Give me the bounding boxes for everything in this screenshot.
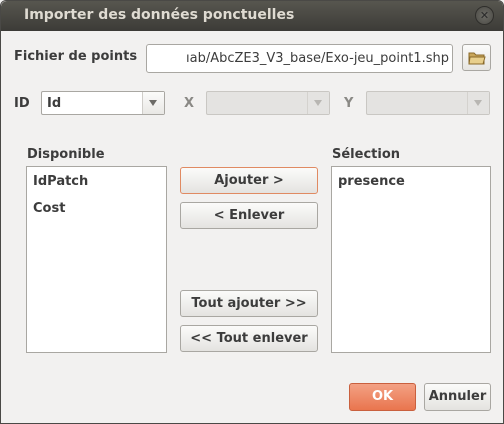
x-label: X [184,96,195,111]
import-dialog: Importer des données ponctuelles ✕ Fichi… [0,0,504,424]
list-item[interactable]: presence [338,174,405,189]
available-label: Disponible [27,147,105,162]
selection-label: Sélection [332,147,401,162]
title-bar: Importer des données ponctuelles ✕ [1,1,503,31]
ok-button[interactable]: OK [349,383,416,411]
folder-open-icon [468,52,486,65]
cancel-button[interactable]: Annuler [424,383,491,411]
file-path-value: ıab/AbcZE3_V3_base/Exo-jeu_point1.shp [186,51,449,66]
y-label: Y [344,96,354,111]
file-path-field[interactable]: ıab/AbcZE3_V3_base/Exo-jeu_point1.shp [146,44,453,73]
x-combo-dropdown[interactable] [307,92,329,114]
add-button[interactable]: Ajouter > [180,167,318,194]
remove-button[interactable]: < Enlever [180,202,318,229]
id-combo-dropdown[interactable] [142,92,164,114]
y-combo-dropdown[interactable] [467,92,489,114]
id-label: ID [14,96,30,111]
file-label: Fichier de points [14,49,138,64]
close-icon[interactable]: ✕ [475,6,494,25]
browse-button[interactable] [462,44,491,71]
add-all-button[interactable]: Tout ajouter >> [180,290,318,317]
available-list[interactable]: IdPatch Cost [26,166,167,353]
list-item[interactable]: IdPatch [33,174,88,189]
x-combo[interactable] [206,91,330,115]
chevron-down-icon [149,100,157,106]
chevron-down-icon [474,100,482,106]
chevron-down-icon [314,100,322,106]
id-combo[interactable]: Id [41,91,165,115]
window-title: Importer des données ponctuelles [24,7,295,23]
remove-all-button[interactable]: << Tout enlever [180,325,318,352]
y-combo[interactable] [366,91,490,115]
id-combo-value: Id [47,96,62,111]
list-item[interactable]: Cost [33,201,65,216]
selection-list[interactable]: presence [331,166,491,353]
